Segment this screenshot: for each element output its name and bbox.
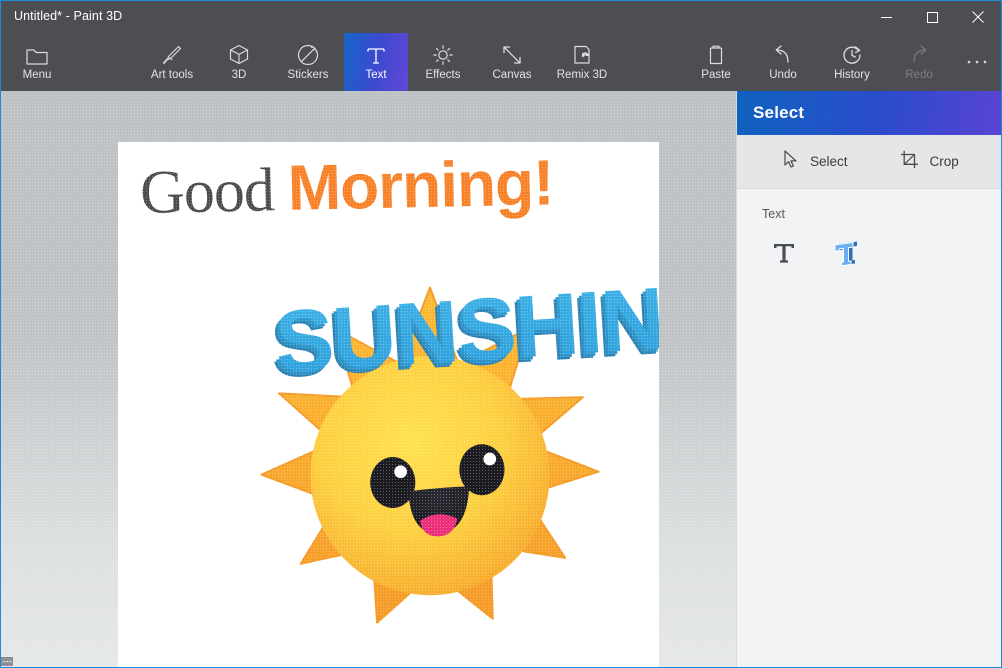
panel-subtoolbar: Select Crop bbox=[737, 135, 1001, 189]
close-button[interactable] bbox=[955, 1, 1001, 33]
ribbon-item-menu[interactable]: Menu bbox=[11, 33, 63, 91]
title-bar: Untitled* - Paint 3D bbox=[1, 1, 1001, 33]
ribbon-label: Art tools bbox=[150, 69, 194, 81]
ribbon-label: Menu bbox=[22, 69, 52, 81]
window-title: Untitled* - Paint 3D bbox=[14, 9, 123, 23]
paste-icon bbox=[706, 42, 726, 66]
ribbon-label: 3D bbox=[231, 69, 247, 81]
remix3d-icon bbox=[571, 42, 593, 66]
text-icon bbox=[366, 42, 386, 66]
brush-icon bbox=[161, 42, 183, 66]
ribbon-item-art-tools[interactable]: Art tools bbox=[137, 33, 207, 91]
minimize-icon bbox=[880, 16, 892, 18]
text-style-options bbox=[762, 235, 1001, 275]
headline-morning: Morning! bbox=[286, 146, 555, 224]
headline-good: Good bbox=[139, 156, 275, 227]
undo-icon bbox=[772, 42, 794, 66]
ribbon-item-stickers[interactable]: Stickers bbox=[273, 33, 343, 91]
ribbon-item-history[interactable]: History bbox=[820, 33, 884, 91]
panel-header: Select bbox=[737, 91, 1001, 135]
ribbon-label: Paste bbox=[701, 69, 731, 81]
text-3d-style-button[interactable] bbox=[824, 235, 868, 275]
text-2d-icon bbox=[771, 239, 797, 272]
ribbon-label: Undo bbox=[769, 69, 797, 81]
ribbon-item-canvas[interactable]: Canvas bbox=[479, 33, 545, 91]
ribbon-label: Effects bbox=[425, 69, 461, 81]
panel-title: Select bbox=[753, 103, 805, 122]
window-controls bbox=[863, 1, 1001, 33]
canvas-workspace[interactable]: Good Morning! SUNSHINE SUNSHINE SUNSHINE bbox=[1, 91, 736, 667]
ribbon-toolbar: Menu Art tools 3D Stickers Text Effects … bbox=[1, 33, 1001, 91]
history-icon bbox=[841, 42, 863, 66]
crop-tool-button[interactable]: Crop bbox=[890, 144, 969, 180]
ribbon-label: Redo bbox=[905, 69, 933, 81]
maximize-icon bbox=[926, 11, 938, 23]
tool-side-panel: Select Select Crop Text bbox=[736, 91, 1001, 667]
subtool-label: Crop bbox=[929, 154, 959, 169]
ribbon-label: Canvas bbox=[492, 69, 532, 81]
effects-icon bbox=[432, 42, 454, 66]
sticker-icon bbox=[297, 42, 319, 66]
ribbon-item-3d[interactable]: 3D bbox=[216, 33, 262, 91]
ribbon-item-redo: Redo bbox=[890, 33, 948, 91]
maximize-button[interactable] bbox=[909, 1, 955, 33]
ribbon-item-effects[interactable]: Effects bbox=[410, 33, 476, 91]
ribbon-item-remix-3d[interactable]: Remix 3D bbox=[545, 33, 619, 91]
ribbon-item-more[interactable] bbox=[955, 33, 999, 91]
more-icon bbox=[966, 42, 988, 82]
ribbon-item-paste[interactable]: Paste bbox=[686, 33, 746, 91]
folder-icon bbox=[26, 42, 48, 66]
minimize-button[interactable] bbox=[863, 1, 909, 33]
close-icon bbox=[972, 11, 984, 23]
ribbon-label: History bbox=[834, 69, 870, 81]
headline-text[interactable]: Good Morning! bbox=[139, 145, 554, 229]
text-2d-style-button[interactable] bbox=[762, 235, 806, 275]
redo-icon bbox=[908, 42, 930, 66]
cursor-arrow-icon bbox=[783, 149, 799, 174]
subtool-label: Select bbox=[810, 154, 848, 169]
section-title: Text bbox=[762, 207, 785, 221]
ribbon-label: Text bbox=[365, 69, 387, 81]
ribbon-item-text[interactable]: Text bbox=[344, 33, 408, 91]
ribbon-label: Remix 3D bbox=[556, 69, 608, 81]
panel-scrollbar[interactable] bbox=[996, 135, 1000, 667]
paint3d-window: Untitled* - Paint 3D Menu Art tools 3D S… bbox=[0, 0, 1002, 668]
artboard[interactable]: Good Morning! SUNSHINE SUNSHINE SUNSHINE bbox=[118, 142, 659, 667]
cube-icon bbox=[229, 42, 249, 66]
canvas-corner-handle[interactable] bbox=[1, 657, 13, 666]
canvas-icon bbox=[501, 42, 523, 66]
text-styles-section: Text bbox=[737, 189, 1001, 275]
text-3d-icon bbox=[832, 238, 860, 273]
sunshine-3d-text[interactable]: SUNSHINE SUNSHINE SUNSHINE bbox=[264, 265, 659, 414]
ribbon-item-undo[interactable]: Undo bbox=[754, 33, 812, 91]
ribbon-label: Stickers bbox=[287, 69, 329, 81]
crop-icon bbox=[900, 150, 919, 174]
select-tool-button[interactable]: Select bbox=[773, 144, 858, 180]
